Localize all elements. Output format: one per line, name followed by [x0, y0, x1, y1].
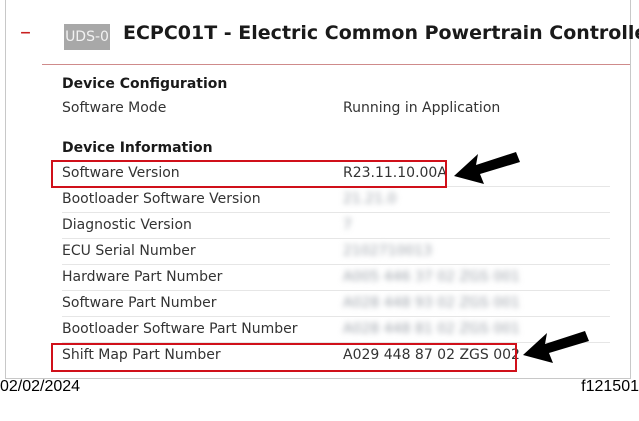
figure-id: f121501 — [581, 378, 639, 395]
row-divider — [62, 290, 610, 291]
software-version-highlight — [51, 160, 447, 188]
row-label: Hardware Part Number — [62, 269, 223, 285]
row-divider — [62, 212, 610, 213]
row-divider — [62, 264, 610, 265]
shift-map-highlight — [51, 343, 517, 372]
row-label: Bootloader Software Part Number — [62, 321, 298, 337]
row-value: A028 448 81 02 ZGS 001 — [343, 321, 520, 337]
row-value: A005 446 37 02 ZGS 001 — [343, 269, 520, 285]
row-label: Diagnostic Version — [62, 217, 192, 233]
row-value: 21.21.0 — [343, 191, 397, 207]
collapse-toggle[interactable]: – — [20, 22, 31, 44]
page-title: ECPC01T - Electric Common Powertrain Con… — [123, 22, 639, 44]
row-value: 7 — [343, 217, 352, 233]
row-divider — [62, 238, 610, 239]
uds-badge: UDS-0 — [64, 24, 110, 50]
info-row-bootloader-sw-version: Bootloader Software Version 21.21.0 — [62, 189, 610, 211]
document-date: 02/02/2024 — [0, 378, 81, 395]
title-divider — [42, 64, 630, 65]
info-row-software-part-number: Software Part Number A028 448 93 02 ZGS … — [62, 293, 610, 315]
callout-arrow-icon — [454, 152, 520, 184]
row-label: Software Part Number — [62, 295, 217, 311]
row-label: Bootloader Software Version — [62, 191, 261, 207]
info-row-software-mode: Software Mode Running in Application — [62, 98, 610, 120]
row-divider — [62, 316, 610, 317]
row-label: ECU Serial Number — [62, 243, 196, 259]
row-value: 2102710013 — [343, 243, 433, 259]
row-label: Software Mode — [62, 100, 167, 116]
row-value: A028 448 93 02 ZGS 001 — [343, 295, 520, 311]
callout-arrow-icon — [523, 331, 589, 363]
info-row-hardware-part-number: Hardware Part Number A005 446 37 02 ZGS … — [62, 267, 610, 289]
panel-header: – UDS-0 ECPC01T - Electric Common Powert… — [6, 0, 639, 68]
device-information-heading: Device Information — [62, 140, 213, 156]
device-configuration-heading: Device Configuration — [62, 76, 228, 92]
ecu-info-panel: – UDS-0 ECPC01T - Electric Common Powert… — [5, 0, 639, 379]
info-row-diagnostic-version: Diagnostic Version 7 — [62, 215, 610, 237]
row-value: Running in Application — [343, 100, 501, 116]
info-row-ecu-serial: ECU Serial Number 2102710013 — [62, 241, 610, 263]
